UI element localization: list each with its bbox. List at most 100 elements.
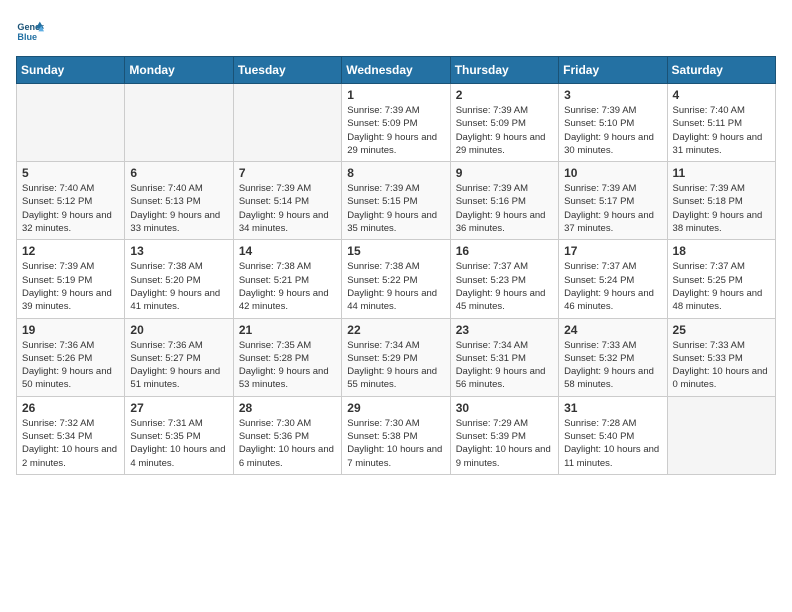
calendar-cell: 11 Sunrise: 7:39 AMSunset: 5:18 PMDayligh…: [667, 162, 775, 240]
calendar-cell: 27 Sunrise: 7:31 AMSunset: 5:35 PMDayligh…: [125, 396, 233, 474]
day-number: 2: [456, 88, 553, 102]
calendar-cell: 7 Sunrise: 7:39 AMSunset: 5:14 PMDaylight…: [233, 162, 341, 240]
day-info: Sunrise: 7:31 AMSunset: 5:35 PMDaylight:…: [130, 417, 227, 470]
calendar-cell: 31Sunrise: 7:28 AMSunset: 5:40 PMDayligh…: [559, 396, 667, 474]
day-info: Sunrise: 7:37 AMSunset: 5:25 PMDaylight:…: [673, 260, 770, 313]
calendar-cell: 13 Sunrise: 7:38 AMSunset: 5:20 PMDayligh…: [125, 240, 233, 318]
day-info: Sunrise: 7:39 AMSunset: 5:17 PMDaylight:…: [564, 182, 661, 235]
calendar-cell: 9Sunrise: 7:39 AMSunset: 5:16 PMDaylight…: [450, 162, 558, 240]
day-info: Sunrise: 7:40 AMSunset: 5:13 PMDaylight:…: [130, 182, 227, 235]
day-number: 20: [130, 323, 227, 337]
day-info: Sunrise: 7:39 AMSunset: 5:19 PMDaylight:…: [22, 260, 119, 313]
day-info: Sunrise: 7:37 AMSunset: 5:23 PMDaylight:…: [456, 260, 553, 313]
day-number: 30: [456, 401, 553, 415]
calendar-week: 26 Sunrise: 7:32 AMSunset: 5:34 PMDayligh…: [17, 396, 776, 474]
calendar-cell: 28Sunrise: 7:30 AMSunset: 5:36 PMDayligh…: [233, 396, 341, 474]
calendar-cell: 22 Sunrise: 7:34 AMSunset: 5:29 PMDayligh…: [342, 318, 450, 396]
day-info: Sunrise: 7:38 AMSunset: 5:22 PMDaylight:…: [347, 260, 444, 313]
day-info: Sunrise: 7:38 AMSunset: 5:20 PMDaylight:…: [130, 260, 227, 313]
calendar-body: 1 Sunrise: 7:39 AMSunset: 5:09 PMDaylight…: [17, 84, 776, 475]
day-number: 12: [22, 244, 119, 258]
calendar-cell: 8 Sunrise: 7:39 AMSunset: 5:15 PMDaylight…: [342, 162, 450, 240]
day-number: 6: [130, 166, 227, 180]
weekday-header: Saturday: [667, 57, 775, 84]
day-info: Sunrise: 7:39 AMSunset: 5:15 PMDaylight:…: [347, 182, 444, 235]
day-info: Sunrise: 7:40 AMSunset: 5:12 PMDaylight:…: [22, 182, 119, 235]
calendar-cell: 20 Sunrise: 7:36 AMSunset: 5:27 PMDayligh…: [125, 318, 233, 396]
calendar-cell: 30Sunrise: 7:29 AMSunset: 5:39 PMDayligh…: [450, 396, 558, 474]
day-info: Sunrise: 7:40 AMSunset: 5:11 PMDaylight:…: [673, 104, 770, 157]
day-info: Sunrise: 7:39 AMSunset: 5:14 PMDaylight:…: [239, 182, 336, 235]
day-info: Sunrise: 7:38 AMSunset: 5:21 PMDaylight:…: [239, 260, 336, 313]
day-info: Sunrise: 7:34 AMSunset: 5:31 PMDaylight:…: [456, 339, 553, 392]
day-info: Sunrise: 7:39 AMSunset: 5:18 PMDaylight:…: [673, 182, 770, 235]
day-info: Sunrise: 7:36 AMSunset: 5:27 PMDaylight:…: [130, 339, 227, 392]
day-info: Sunrise: 7:30 AMSunset: 5:38 PMDaylight:…: [347, 417, 444, 470]
calendar-cell: 24 Sunrise: 7:33 AMSunset: 5:32 PMDayligh…: [559, 318, 667, 396]
calendar-cell: 29Sunrise: 7:30 AMSunset: 5:38 PMDayligh…: [342, 396, 450, 474]
day-info: Sunrise: 7:37 AMSunset: 5:24 PMDaylight:…: [564, 260, 661, 313]
logo-icon: General Blue: [16, 16, 44, 44]
calendar-cell: 2 Sunrise: 7:39 AMSunset: 5:09 PMDaylight…: [450, 84, 558, 162]
calendar-cell: 19 Sunrise: 7:36 AMSunset: 5:26 PMDayligh…: [17, 318, 125, 396]
calendar-cell: 10 Sunrise: 7:39 AMSunset: 5:17 PMDayligh…: [559, 162, 667, 240]
calendar-cell: 21Sunrise: 7:35 AMSunset: 5:28 PMDayligh…: [233, 318, 341, 396]
day-number: 22: [347, 323, 444, 337]
day-number: 13: [130, 244, 227, 258]
day-number: 14: [239, 244, 336, 258]
calendar-cell: 25Sunrise: 7:33 AMSunset: 5:33 PMDayligh…: [667, 318, 775, 396]
day-number: 8: [347, 166, 444, 180]
day-number: 7: [239, 166, 336, 180]
calendar-cell: 15 Sunrise: 7:38 AMSunset: 5:22 PMDayligh…: [342, 240, 450, 318]
day-info: Sunrise: 7:39 AMSunset: 5:16 PMDaylight:…: [456, 182, 553, 235]
calendar-week: 5 Sunrise: 7:40 AMSunset: 5:12 PMDaylight…: [17, 162, 776, 240]
day-info: Sunrise: 7:34 AMSunset: 5:29 PMDaylight:…: [347, 339, 444, 392]
day-info: Sunrise: 7:39 AMSunset: 5:09 PMDaylight:…: [456, 104, 553, 157]
day-number: 26: [22, 401, 119, 415]
day-number: 31: [564, 401, 661, 415]
logo: General Blue: [16, 16, 48, 44]
day-number: 5: [22, 166, 119, 180]
calendar-cell: 12 Sunrise: 7:39 AMSunset: 5:19 PMDayligh…: [17, 240, 125, 318]
calendar-cell: [233, 84, 341, 162]
day-number: 24: [564, 323, 661, 337]
page-header: General Blue: [16, 16, 776, 44]
weekday-header: Friday: [559, 57, 667, 84]
calendar-cell: 14 Sunrise: 7:38 AMSunset: 5:21 PMDayligh…: [233, 240, 341, 318]
day-info: Sunrise: 7:39 AMSunset: 5:10 PMDaylight:…: [564, 104, 661, 157]
weekday-header: Thursday: [450, 57, 558, 84]
day-number: 16: [456, 244, 553, 258]
day-info: Sunrise: 7:32 AMSunset: 5:34 PMDaylight:…: [22, 417, 119, 470]
calendar-week: 1 Sunrise: 7:39 AMSunset: 5:09 PMDaylight…: [17, 84, 776, 162]
calendar-cell: 23 Sunrise: 7:34 AMSunset: 5:31 PMDayligh…: [450, 318, 558, 396]
day-number: 23: [456, 323, 553, 337]
calendar-cell: [17, 84, 125, 162]
calendar-cell: [125, 84, 233, 162]
calendar-cell: 18 Sunrise: 7:37 AMSunset: 5:25 PMDayligh…: [667, 240, 775, 318]
day-number: 19: [22, 323, 119, 337]
day-number: 18: [673, 244, 770, 258]
calendar-cell: 5 Sunrise: 7:40 AMSunset: 5:12 PMDaylight…: [17, 162, 125, 240]
day-info: Sunrise: 7:36 AMSunset: 5:26 PMDaylight:…: [22, 339, 119, 392]
day-number: 17: [564, 244, 661, 258]
calendar-header: SundayMondayTuesdayWednesdayThursdayFrid…: [17, 57, 776, 84]
calendar-cell: 3Sunrise: 7:39 AMSunset: 5:10 PMDaylight…: [559, 84, 667, 162]
day-number: 15: [347, 244, 444, 258]
day-number: 28: [239, 401, 336, 415]
day-number: 10: [564, 166, 661, 180]
day-info: Sunrise: 7:39 AMSunset: 5:09 PMDaylight:…: [347, 104, 444, 157]
calendar-cell: 6 Sunrise: 7:40 AMSunset: 5:13 PMDaylight…: [125, 162, 233, 240]
day-info: Sunrise: 7:33 AMSunset: 5:32 PMDaylight:…: [564, 339, 661, 392]
day-info: Sunrise: 7:35 AMSunset: 5:28 PMDaylight:…: [239, 339, 336, 392]
weekday-header: Monday: [125, 57, 233, 84]
day-number: 1: [347, 88, 444, 102]
calendar-cell: 26 Sunrise: 7:32 AMSunset: 5:34 PMDayligh…: [17, 396, 125, 474]
day-number: 11: [673, 166, 770, 180]
day-number: 4: [673, 88, 770, 102]
weekday-header: Tuesday: [233, 57, 341, 84]
day-info: Sunrise: 7:33 AMSunset: 5:33 PMDaylight:…: [673, 339, 770, 392]
calendar-cell: [667, 396, 775, 474]
day-number: 27: [130, 401, 227, 415]
svg-text:Blue: Blue: [17, 32, 37, 42]
calendar-cell: 17 Sunrise: 7:37 AMSunset: 5:24 PMDayligh…: [559, 240, 667, 318]
